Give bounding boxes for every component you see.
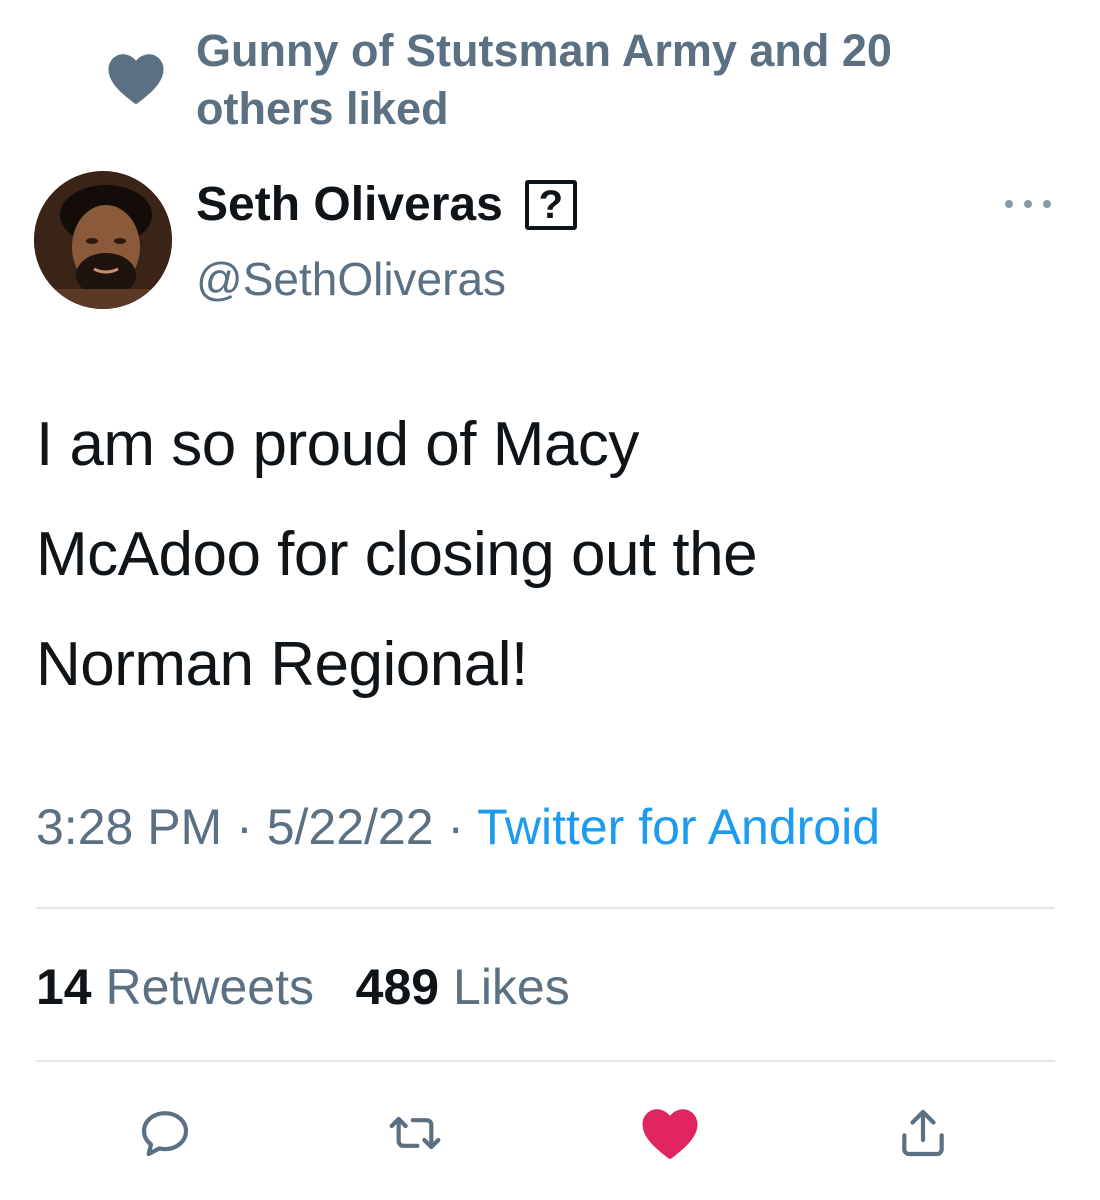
tweet-meta: 3:28 PM · 5/22/22 · Twitter for Android: [36, 795, 880, 859]
retweets-label: Retweets: [105, 959, 314, 1015]
more-options-icon[interactable]: [1005, 197, 1051, 211]
likes-count: 489: [355, 959, 440, 1015]
author-handle[interactable]: @SethOliveras: [196, 250, 506, 308]
tweet-source-link[interactable]: Twitter for Android: [477, 799, 880, 855]
retweet-button[interactable]: [385, 1105, 445, 1161]
tweet-line: Norman Regional!: [36, 630, 528, 699]
retweet-icon: [389, 1116, 441, 1150]
meta-separator: ·: [447, 799, 465, 855]
social-context[interactable]: Gunny of Stutsman Army and 20 others lik…: [106, 22, 1006, 138]
reply-button[interactable]: [135, 1105, 195, 1161]
tweet-line: McAdoo for closing out the: [36, 520, 758, 589]
engagement-counts: 14 Retweets 489 Likes: [36, 955, 570, 1019]
heart-icon: [106, 50, 166, 106]
author-display-name: Seth Oliveras: [196, 178, 503, 231]
meta-separator: ·: [236, 799, 253, 855]
divider: [36, 907, 1055, 909]
unknown-character-icon: ?: [524, 180, 577, 230]
retweets-count: 14: [36, 959, 92, 1015]
social-context-text: Gunny of Stutsman Army and 20 others lik…: [196, 25, 892, 134]
author-name[interactable]: Seth Oliveras ?: [196, 176, 577, 234]
likes-link[interactable]: 489 Likes: [356, 959, 570, 1015]
likes-label: Likes: [453, 959, 570, 1015]
like-button[interactable]: [640, 1105, 700, 1161]
tweet-line: I am so proud of Macy: [36, 410, 639, 479]
avatar[interactable]: [34, 171, 172, 309]
avatar-image: [34, 171, 172, 309]
tweet-time[interactable]: 3:28 PM: [36, 799, 222, 855]
tweet-date[interactable]: 5/22/22: [267, 799, 434, 855]
heart-filled-icon: [642, 1109, 698, 1159]
share-icon: [902, 1109, 944, 1157]
divider: [36, 1060, 1055, 1062]
tweet-text: I am so proud of Macy McAdoo for closing…: [36, 390, 1056, 720]
retweets-link[interactable]: 14 Retweets: [36, 959, 328, 1015]
share-button[interactable]: [893, 1105, 953, 1161]
comment-icon: [141, 1111, 189, 1157]
